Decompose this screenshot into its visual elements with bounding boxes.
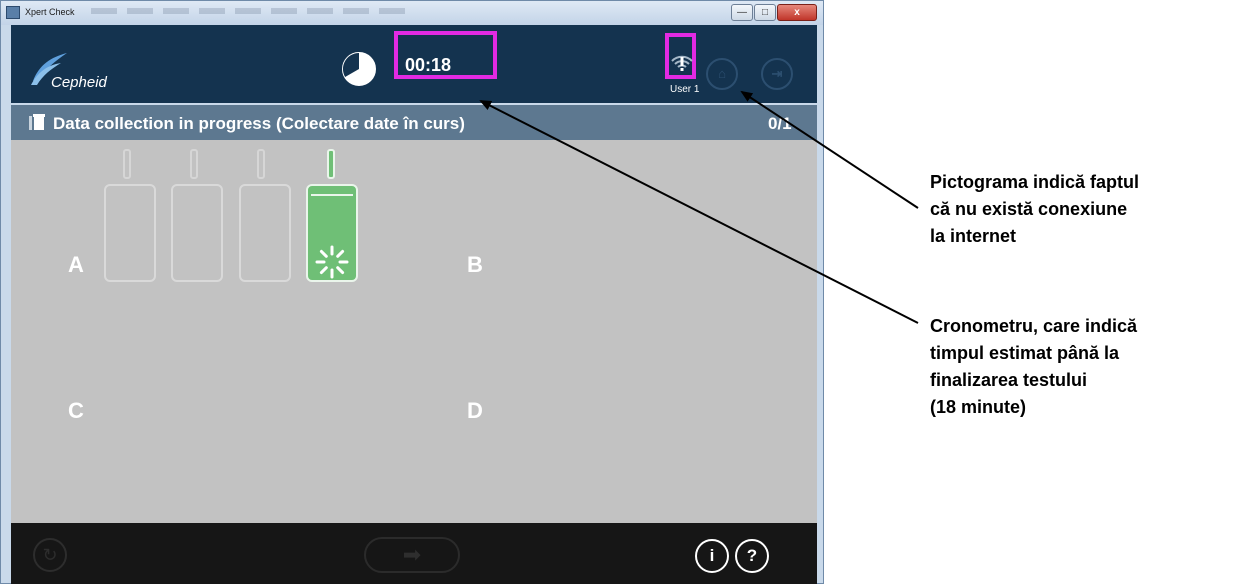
menu-bar [91,8,411,14]
bottom-bar: ↻ ➡ i ? [11,523,817,584]
loading-spinner-icon [315,245,349,279]
countdown-timer: 00:18 [405,55,452,75]
annotation-line: (18 minute) [930,397,1027,417]
module-lid-line [311,194,353,196]
module-1[interactable] [104,184,156,282]
module-2[interactable] [171,184,223,282]
exit-button[interactable]: ⇥ [761,58,793,90]
brand-name: Cepheid [51,74,107,91]
data-collection-icon [29,114,45,130]
timer-annotation: Cronometru, care indică timpul estimat p… [930,313,1248,421]
annotation-line: Cronometru, care indică [930,316,1138,336]
quadrant-label-b: B [467,252,483,277]
module-area: A B C D [11,140,817,523]
status-text: Data collection in progress (Colectare d… [53,114,465,133]
close-button[interactable]: x [777,4,817,21]
no-internet-warning-icon [671,55,693,71]
quadrant-label-c: C [68,398,84,423]
window-title: Xpert Check [25,7,75,17]
info-button[interactable]: i [695,539,729,573]
stage: Xpert Check — □ x Cepheid 00:18 User 1 ⌂… [0,0,1248,584]
test-count: 0/1 [768,114,792,133]
cepheid-logo: Cepheid [29,51,139,95]
minimize-button[interactable]: — [731,4,753,21]
module-slot-4 [327,149,335,179]
status-bar: Data collection in progress (Colectare d… [11,105,817,140]
home-button[interactable]: ⌂ [706,58,738,90]
application-window: Xpert Check — □ x Cepheid 00:18 User 1 ⌂… [0,0,824,584]
app-header: Cepheid 00:18 User 1 ⌂ ⇥ [11,25,817,103]
annotation-line: la internet [930,226,1017,246]
module-slot-1 [123,149,131,179]
network-annotation: Pictograma indică faptul că nu există co… [930,169,1248,250]
annotation-line: finalizarea testului [930,370,1088,390]
home-icon: ⌂ [718,66,726,81]
exit-icon: ⇥ [771,66,783,81]
module-slot-3 [257,149,265,179]
module-4[interactable] [306,184,358,282]
module-slot-2 [190,149,198,179]
help-button[interactable]: ? [735,539,769,573]
annotation-line: Pictograma indică faptul [930,172,1140,192]
quadrant-label-d: D [467,398,483,423]
title-bar: Xpert Check — □ x [1,1,823,25]
user-label: User 1 [670,84,700,95]
refresh-button[interactable]: ↻ [33,538,67,572]
module-3[interactable] [239,184,291,282]
maximize-button[interactable]: □ [754,4,776,21]
app-icon [6,6,20,19]
quadrant-label-a: A [68,252,84,277]
annotation-line: timpul estimat până la [930,343,1120,363]
next-button[interactable]: ➡ [364,537,460,573]
annotation-line: că nu există conexiune [930,199,1128,219]
timer-pie-icon [342,52,376,86]
